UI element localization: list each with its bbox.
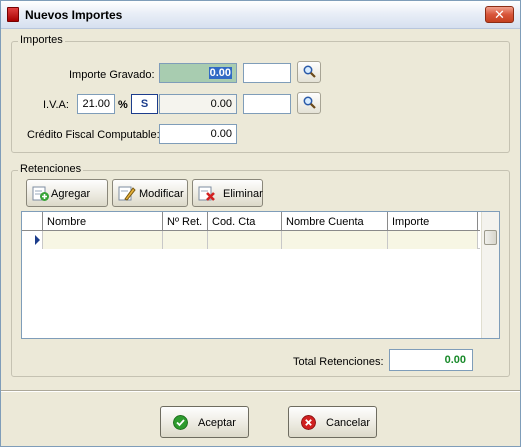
iva-label: I.V.A: bbox=[43, 99, 69, 111]
column-header[interactable]: Nombre Cuenta bbox=[282, 212, 388, 231]
modificar-label: Modificar bbox=[139, 188, 184, 200]
total-retenciones-value: 0.00 bbox=[389, 349, 473, 371]
importes-legend: Importes bbox=[18, 34, 65, 46]
table-cell[interactable] bbox=[163, 231, 208, 249]
column-header[interactable]: Cod. Cta bbox=[208, 212, 282, 231]
eliminar-button[interactable]: Eliminar bbox=[192, 179, 263, 207]
check-circle-icon bbox=[173, 415, 188, 430]
aceptar-label: Aceptar bbox=[198, 417, 236, 429]
credito-fiscal-input[interactable]: 0.00 bbox=[159, 124, 237, 144]
close-button[interactable]: ✕ bbox=[485, 6, 514, 23]
table-cell[interactable] bbox=[388, 231, 478, 249]
retenciones-table[interactable]: Nombre Nº Ret. Cod. Cta Nombre Cuenta Im… bbox=[21, 211, 500, 339]
eliminar-label: Eliminar bbox=[223, 188, 263, 200]
total-retenciones-label: Total Retenciones: bbox=[293, 356, 384, 368]
cancelar-label: Cancelar bbox=[326, 417, 371, 429]
importe-gravado-aux-input[interactable] bbox=[243, 63, 291, 83]
search-gravado-button[interactable] bbox=[297, 61, 321, 83]
row-pointer-icon bbox=[35, 235, 40, 245]
column-header[interactable]: Nº Ret. bbox=[163, 212, 208, 231]
row-indicator bbox=[22, 231, 43, 249]
dialog-window: Nuevos Importes ✕ Importes Importe Grava… bbox=[0, 0, 521, 447]
window-title: Nuevos Importes bbox=[25, 8, 123, 22]
magnifier-icon bbox=[303, 96, 316, 109]
iva-code-box[interactable]: S bbox=[131, 94, 158, 114]
table-cell[interactable] bbox=[282, 231, 388, 249]
title-bar[interactable]: Nuevos Importes ✕ bbox=[1, 1, 520, 29]
table-row[interactable] bbox=[22, 231, 480, 249]
iva-value-input[interactable]: 0.00 bbox=[159, 94, 237, 114]
delete-icon bbox=[198, 186, 215, 201]
scrollbar-thumb[interactable] bbox=[484, 230, 497, 245]
agregar-button[interactable]: Agregar bbox=[26, 179, 108, 207]
column-header[interactable]: Nombre bbox=[43, 212, 163, 231]
footer-separator bbox=[1, 390, 520, 392]
iva-aux-input[interactable] bbox=[243, 94, 291, 114]
table-cell[interactable] bbox=[43, 231, 163, 249]
edit-icon bbox=[118, 186, 136, 201]
iva-percent-sign: % bbox=[118, 99, 128, 111]
cancelar-button[interactable]: Cancelar bbox=[288, 406, 377, 438]
modificar-button[interactable]: Modificar bbox=[112, 179, 188, 207]
aceptar-button[interactable]: Aceptar bbox=[160, 406, 249, 438]
row-indicator-header bbox=[22, 212, 43, 231]
credito-fiscal-label: Crédito Fiscal Computable: bbox=[27, 129, 160, 141]
search-iva-button[interactable] bbox=[297, 92, 321, 114]
importe-gravado-label: Importe Gravado: bbox=[69, 69, 155, 81]
column-header[interactable]: Importe bbox=[388, 212, 478, 231]
retenciones-legend: Retenciones bbox=[18, 163, 84, 175]
table-cell[interactable] bbox=[208, 231, 282, 249]
importe-gravado-input[interactable]: 0.00 bbox=[159, 63, 237, 83]
agregar-label: Agregar bbox=[51, 188, 91, 200]
magnifier-icon bbox=[303, 65, 316, 78]
app-icon bbox=[7, 7, 19, 22]
cancel-circle-icon bbox=[301, 415, 316, 430]
table-header: Nombre Nº Ret. Cod. Cta Nombre Cuenta Im… bbox=[22, 212, 480, 231]
vertical-scrollbar[interactable] bbox=[481, 212, 499, 338]
add-icon bbox=[32, 186, 49, 201]
iva-rate-input[interactable]: 21.00 bbox=[77, 94, 115, 114]
